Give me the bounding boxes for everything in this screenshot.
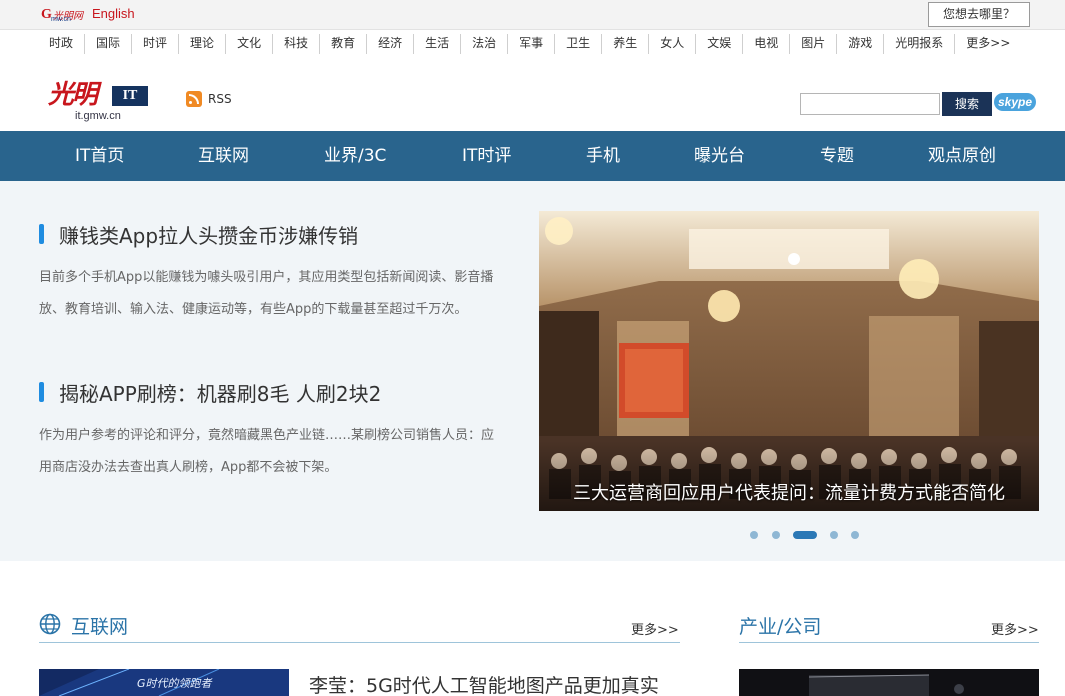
headline-marker [39, 224, 44, 244]
channel-nav: 时政 国际 时评 理论 文化 科技 教育 经济 生活 法治 军事 卫生 养生 女人 文娱 电视 图片 游戏 光明报系… [38, 34, 1021, 54]
channel-link[interactable]: 军事 [508, 34, 556, 54]
industry-section-title[interactable]: 产业/公司 [739, 612, 821, 639]
skype-icon[interactable]: skype [994, 93, 1036, 111]
nav-internet[interactable]: 互联网 [198, 131, 249, 181]
industry-more-link[interactable]: 更多>> [991, 619, 1039, 638]
channel-link[interactable]: 文娱 [696, 34, 744, 54]
nav-it-review[interactable]: IT时评 [462, 131, 511, 181]
internet-section-title[interactable]: 互联网 [71, 612, 128, 639]
channel-more-link[interactable]: 更多>> [955, 34, 1021, 54]
slideshow-caption: 三大运营商回应用户代表提问：流量计费方式能否简化 [573, 483, 1005, 504]
channel-link[interactable]: 经济 [367, 34, 415, 54]
internet-lead-title[interactable]: 李莹：5G时代人工智能地图产品更加真实 [309, 671, 659, 696]
headline-title[interactable]: 赚钱类App拉人头攒金币涉嫌传销 [59, 220, 358, 249]
search-button[interactable]: 搜索 [942, 92, 992, 116]
nav-exposure[interactable]: 曝光台 [694, 131, 745, 181]
headline-marker [39, 382, 44, 402]
gmw-it-logo[interactable]: 光明 IT it.gmw.cn [48, 74, 150, 124]
channel-link[interactable]: 文化 [226, 34, 274, 54]
gmw-logo-sub: mw.cn [51, 16, 71, 23]
channel-link[interactable]: 电视 [743, 34, 791, 54]
channel-link[interactable]: 光明报系 [884, 34, 956, 54]
channel-link[interactable]: 养生 [602, 34, 650, 54]
headline-summary: 作为用户参考的评论和评分，竟然暗藏黑色产业链……某刷榜公司销售人员：应用商店没办… [39, 428, 495, 475]
channel-link[interactable]: 生活 [414, 34, 462, 54]
channel-link[interactable]: 时政 [38, 34, 86, 54]
slide-dot-5[interactable] [851, 531, 859, 539]
slide-dot-3[interactable] [793, 531, 817, 539]
channel-link[interactable]: 女人 [649, 34, 697, 54]
thumbnail-caption: G时代的领跑者 [137, 677, 212, 690]
nav-special[interactable]: 专题 [820, 131, 854, 181]
rss-link[interactable]: RSS [186, 91, 232, 107]
internet-section-header [39, 609, 680, 643]
rss-label: RSS [208, 92, 232, 106]
internet-lead-thumbnail[interactable]: G时代的领跑者 [39, 669, 289, 696]
conference-photo [539, 211, 1039, 511]
search-input[interactable] [800, 93, 940, 115]
slide-dot-2[interactable] [772, 531, 780, 539]
channel-link[interactable]: 卫生 [555, 34, 603, 54]
internet-more-link[interactable]: 更多>> [631, 619, 679, 638]
channel-link[interactable]: 教育 [320, 34, 368, 54]
slideshow-image[interactable]: 三大运营商回应用户代表提问：流量计费方式能否简化 [539, 211, 1039, 511]
rss-icon [186, 91, 202, 107]
channel-link[interactable]: 时评 [132, 34, 180, 54]
top-utility-bar: G 光明网 mw.cn English 您想去哪里？ [0, 0, 1065, 30]
channel-link[interactable]: 理论 [179, 34, 227, 54]
channel-link[interactable]: 科技 [273, 34, 321, 54]
slide-dot-1[interactable] [750, 531, 758, 539]
main-nav: IT首页 互联网 业界/3C IT时评 手机 曝光台 专题 观点原创 [0, 131, 1065, 181]
slide-dot-4[interactable] [830, 531, 838, 539]
industry-lead-thumbnail[interactable] [739, 669, 1039, 696]
headline-title[interactable]: 揭秘APP刷榜：机器刷8毛 人刷2块2 [59, 378, 381, 407]
thumbnail-art [739, 669, 1039, 696]
headline-summary: 目前多个手机App以能赚钱为噱头吸引用户，其应用类型包括新闻阅读、影音播放、教育… [39, 270, 494, 317]
nav-industry-3c[interactable]: 业界/3C [324, 131, 386, 181]
channel-link[interactable]: 法治 [461, 34, 509, 54]
nav-it-home[interactable]: IT首页 [75, 131, 124, 181]
globe-icon [39, 613, 61, 635]
gmw-site-logo[interactable]: G 光明网 mw.cn [41, 7, 85, 24]
channel-link[interactable]: 图片 [790, 34, 838, 54]
english-link[interactable]: English [92, 6, 135, 21]
nav-mobile[interactable]: 手机 [586, 131, 620, 181]
channel-link[interactable]: 游戏 [837, 34, 885, 54]
logo-url-text: it.gmw.cn [75, 110, 121, 122]
nav-opinion-original[interactable]: 观点原创 [928, 131, 996, 181]
logo-it-badge: IT [112, 86, 148, 106]
logo-guangming-text: 光明 [48, 80, 98, 110]
channel-link[interactable]: 国际 [85, 34, 133, 54]
where-to-go-button[interactable]: 您想去哪里？ [928, 2, 1030, 27]
